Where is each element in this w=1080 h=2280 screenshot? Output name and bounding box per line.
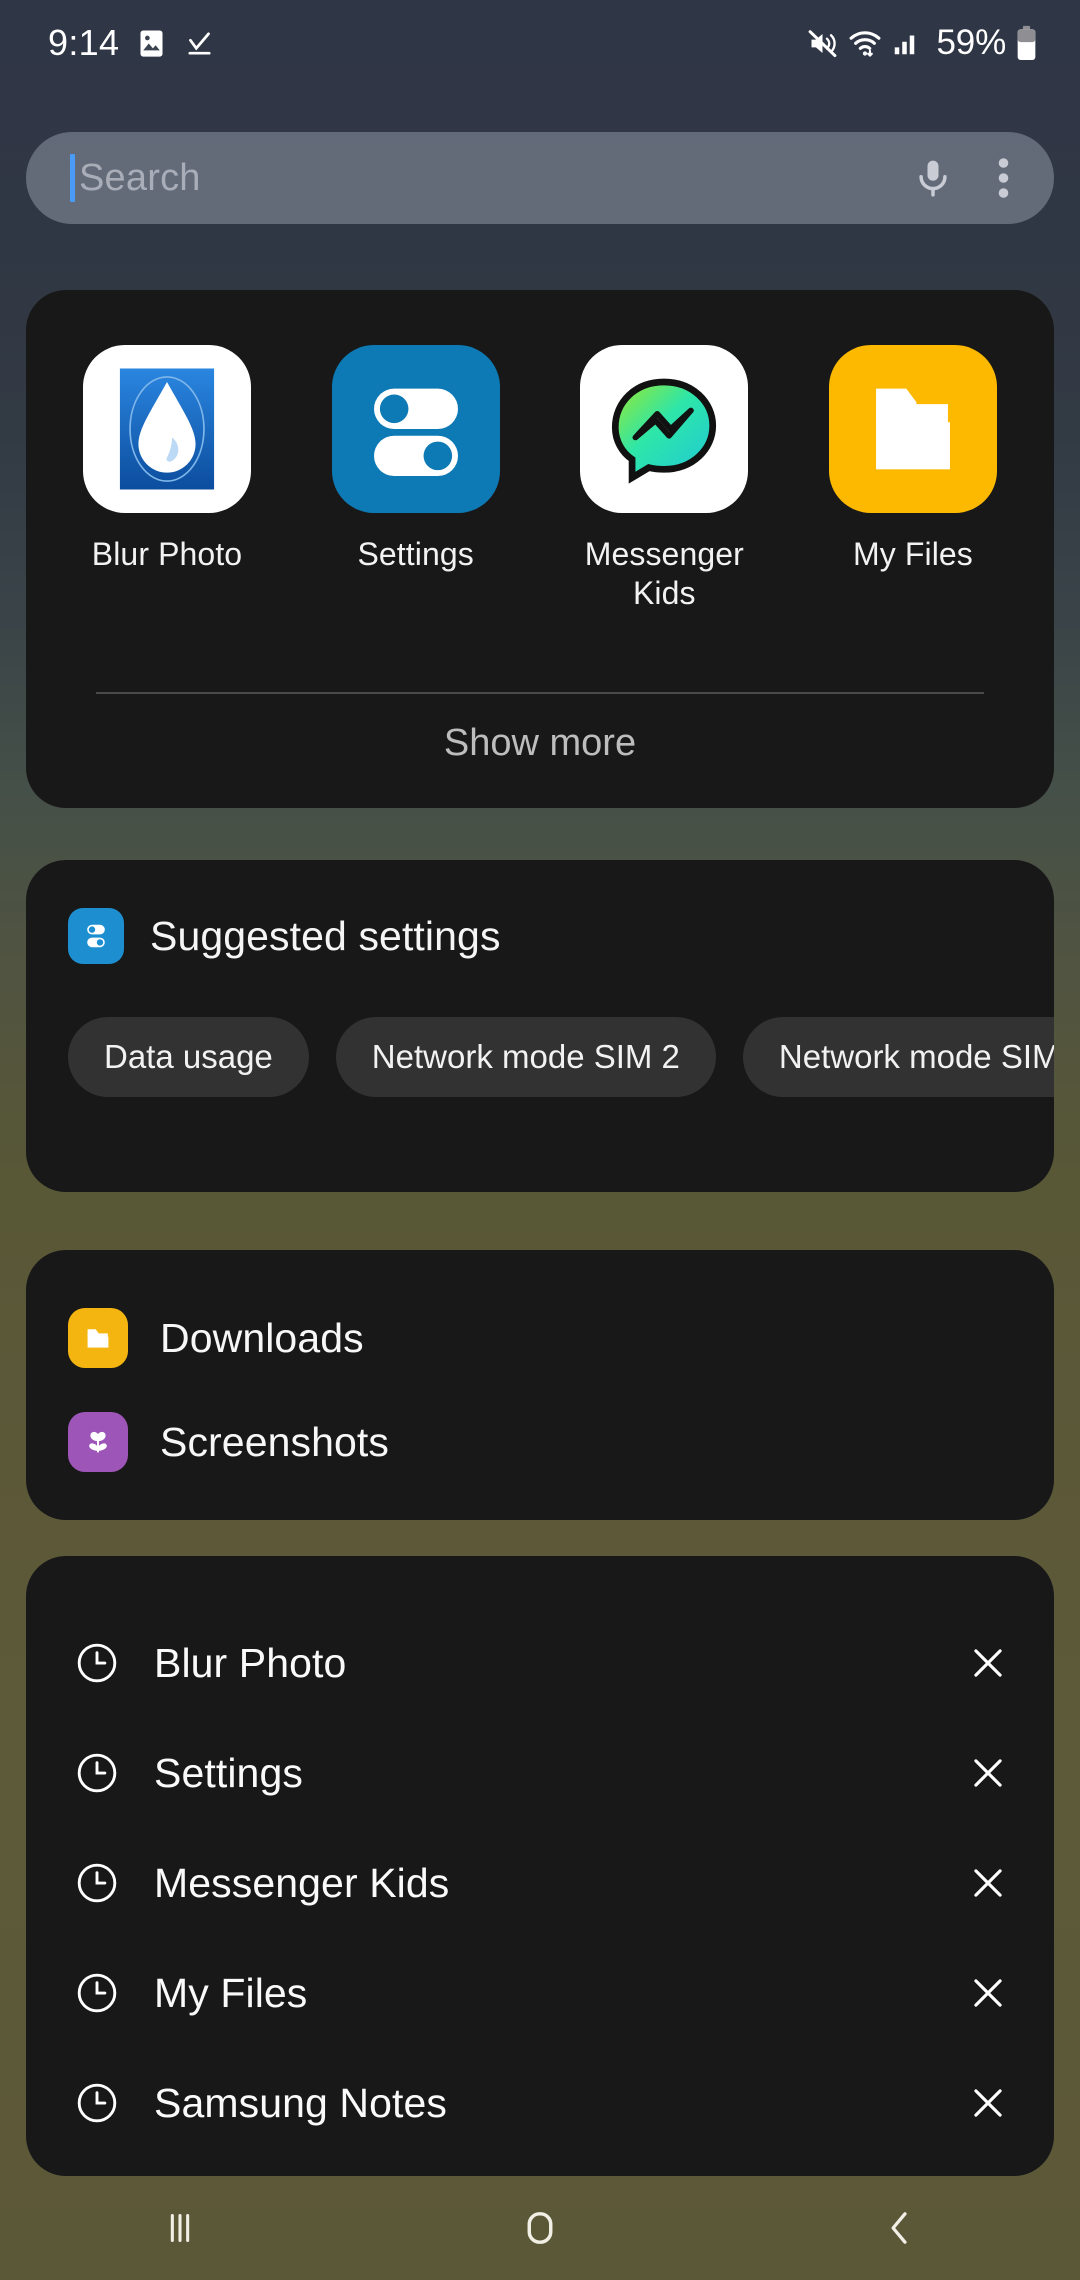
messenger-kids-icon	[580, 345, 749, 513]
mute-vibrate-icon	[808, 29, 836, 57]
navigation-bar	[0, 2176, 1080, 2280]
recent-search-row[interactable]: Samsung Notes	[26, 2048, 1054, 2158]
close-icon[interactable]	[966, 1861, 1010, 1905]
recent-search-label: Settings	[154, 1749, 303, 1796]
app-label: Blur Photo	[91, 536, 243, 572]
recent-search-label: My Files	[154, 1969, 308, 2016]
text-cursor	[70, 154, 75, 202]
status-bar: 9:14 59%	[0, 0, 1080, 86]
suggested-settings-title: Suggested settings	[150, 912, 501, 959]
folder-item-downloads[interactable]: Downloads	[26, 1286, 1054, 1390]
chip-data-usage[interactable]: Data usage	[68, 1017, 309, 1097]
close-icon[interactable]	[966, 1641, 1010, 1685]
app-label: Messenger Kids	[584, 536, 744, 612]
folder-item-screenshots[interactable]: Screenshots	[26, 1390, 1054, 1494]
recent-search-row[interactable]: Blur Photo	[26, 1608, 1054, 1718]
gallery-flower-icon	[68, 1412, 128, 1472]
suggested-settings-chips: Data usage Network mode SIM 2 Network mo…	[26, 964, 1054, 1097]
home-icon	[527, 2212, 553, 2244]
more-options-icon[interactable]	[997, 154, 1010, 202]
search-input[interactable]: Search	[79, 157, 911, 200]
home-button[interactable]	[450, 2205, 630, 2251]
app-item-my-files[interactable]: My Files	[802, 345, 1024, 613]
blur-photo-icon	[83, 345, 251, 513]
clock-icon	[77, 1863, 117, 1903]
back-icon	[891, 2212, 907, 2244]
settings-icon	[331, 345, 500, 513]
suggested-settings-card: Suggested settings Data usage Network mo…	[26, 860, 1054, 1192]
status-bar-right: 59%	[806, 23, 1038, 63]
settings-icon	[68, 908, 124, 964]
app-label: My Files	[853, 536, 973, 572]
image-icon	[140, 29, 163, 57]
signal-bars-icon	[894, 35, 914, 55]
folder-label: Downloads	[160, 1314, 364, 1361]
recent-searches-card: Blur Photo Settings Messenger Kids My Fi…	[26, 1556, 1054, 2176]
download-complete-icon	[188, 31, 211, 55]
recent-search-row[interactable]: My Files	[26, 1938, 1054, 2048]
app-grid: Blur Photo Settings Messenger Kids My Fi…	[26, 290, 1054, 613]
app-results-card: Blur Photo Settings Messenger Kids My Fi…	[26, 290, 1054, 808]
search-bar-actions	[911, 154, 1020, 202]
recent-search-row[interactable]: Messenger Kids	[26, 1828, 1054, 1938]
close-icon[interactable]	[966, 1751, 1010, 1795]
folder-label: Screenshots	[160, 1418, 390, 1465]
app-label: Settings	[357, 536, 474, 572]
recents-icon	[170, 2214, 190, 2242]
folders-card: Downloads Screenshots	[26, 1250, 1054, 1520]
app-item-blur-photo[interactable]: Blur Photo	[56, 345, 278, 613]
recent-search-row[interactable]: Settings	[26, 1718, 1054, 1828]
clock-icon	[77, 1643, 117, 1683]
folder-icon	[68, 1308, 128, 1368]
battery-percent: 59%	[936, 23, 1007, 62]
suggested-settings-header: Suggested settings	[26, 860, 1054, 964]
app-item-settings[interactable]: Settings	[305, 345, 527, 613]
status-bar-left: 9:14	[48, 22, 215, 64]
chip-network-mode-sim-1[interactable]: Network mode SIM 1	[742, 1017, 1054, 1097]
close-icon[interactable]	[966, 1971, 1010, 2015]
recent-search-label: Blur Photo	[154, 1639, 347, 1686]
card-divider	[96, 692, 984, 694]
chip-network-mode-sim-2[interactable]: Network mode SIM 2	[335, 1017, 716, 1097]
search-bar[interactable]: Search	[26, 132, 1054, 224]
recent-search-label: Messenger Kids	[154, 1859, 450, 1906]
status-time: 9:14	[48, 22, 120, 63]
wifi-icon	[849, 31, 880, 57]
clock-icon	[77, 2083, 117, 2123]
battery-icon	[1017, 25, 1036, 60]
app-item-messenger-kids[interactable]: Messenger Kids	[553, 345, 775, 613]
recents-button[interactable]	[90, 2205, 270, 2251]
close-icon[interactable]	[966, 2081, 1010, 2125]
microphone-icon[interactable]	[911, 156, 955, 200]
clock-icon	[77, 1973, 117, 2013]
my-files-icon	[828, 345, 997, 513]
recent-search-label: Samsung Notes	[154, 2079, 448, 2126]
show-more-button[interactable]: Show more	[26, 722, 1054, 765]
back-button[interactable]	[810, 2205, 990, 2251]
clock-icon	[77, 1753, 117, 1793]
